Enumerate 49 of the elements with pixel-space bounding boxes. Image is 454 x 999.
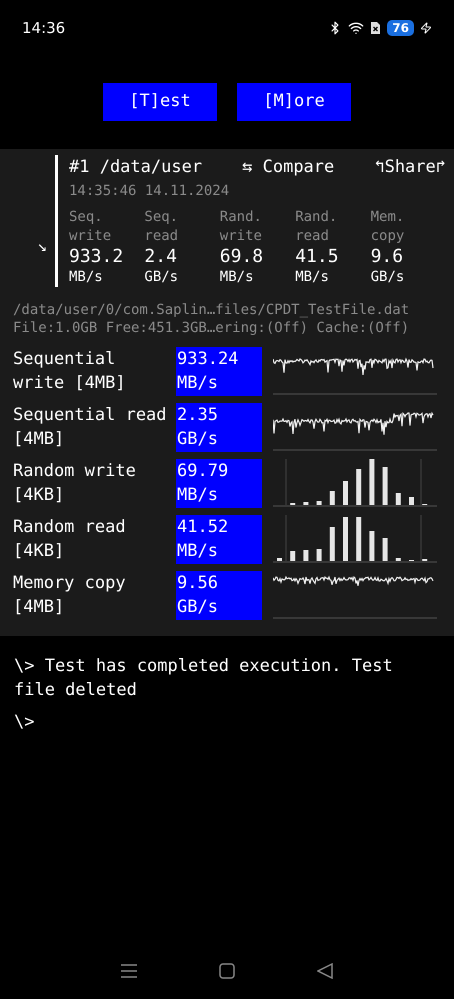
- metric-label: write: [69, 226, 112, 246]
- metric-label: write: [220, 226, 263, 246]
- console-line: \> Test has completed execution. Test file deleted: [14, 654, 394, 702]
- home-icon[interactable]: [219, 963, 235, 979]
- result-value: 9.56 GB/s: [176, 570, 262, 620]
- metric-unit: MB/s: [220, 268, 255, 286]
- console-line: \>: [14, 710, 36, 734]
- metric-label: Mem.: [370, 208, 406, 226]
- metric-label: copy: [370, 226, 406, 246]
- metric-label: Seq.: [69, 208, 104, 226]
- metric-unit: MB/s: [295, 268, 330, 286]
- menu-button[interactable]: [M]ore: [237, 83, 351, 121]
- expand-arrow[interactable]: ↘: [0, 184, 55, 258]
- metric-label: read: [144, 226, 180, 246]
- test-name: Random write [4KB]: [13, 460, 137, 506]
- menu-icon[interactable]: [121, 964, 137, 978]
- metric-value: 2.4: [144, 246, 178, 268]
- menu-button[interactable]: [T]est: [103, 83, 217, 121]
- metric-value: 933.2: [69, 246, 124, 268]
- metric-label: read: [295, 226, 330, 246]
- test-name: Random read [4KB]: [13, 516, 127, 562]
- result-value: 69.79 MB/s: [176, 458, 262, 508]
- file-info: File:1.0GB Free:451.3GB…ering:(Off) Cache:(Off): [13, 318, 410, 336]
- test-name: Sequential write [4MB]: [13, 348, 127, 394]
- metric-value: 9.6: [370, 246, 404, 268]
- battery-level: 76: [387, 20, 414, 36]
- result-title: #1 /data/user: [69, 156, 202, 179]
- wifi-icon: [348, 20, 364, 36]
- metric-label: Seq.: [144, 208, 180, 226]
- metric-unit: MB/s: [69, 268, 104, 286]
- result-value: 2.35 GB/s: [176, 402, 262, 452]
- timestamp: 14:35:46 14.11.2024: [69, 182, 230, 200]
- charging-icon: [420, 22, 432, 34]
- metric-unit: GB/s: [370, 268, 406, 286]
- compare-link[interactable]: ⇆ Compare: [242, 155, 334, 180]
- metric-unit: GB/s: [144, 268, 180, 286]
- test-name: Memory copy [4MB]: [13, 572, 127, 618]
- sim-card-icon: [370, 21, 382, 35]
- metric-label: Rand.: [295, 208, 338, 226]
- share-link[interactable]: ↰Share↱: [374, 155, 446, 180]
- metric-label: Rand.: [220, 208, 263, 226]
- metric-value: 69.8: [220, 246, 264, 268]
- result-value: 933.24 MB/s: [176, 346, 262, 396]
- metric-value: 41.5: [295, 246, 340, 268]
- result-value: 41.52 MB/s: [176, 514, 262, 564]
- test-name: Sequential read [4MB]: [13, 404, 168, 450]
- clock: 14:36: [22, 18, 66, 39]
- back-icon[interactable]: [317, 963, 333, 979]
- file-info: /data/user/0/com.Saplin…files/CPDT_TestFile.dat: [13, 300, 410, 318]
